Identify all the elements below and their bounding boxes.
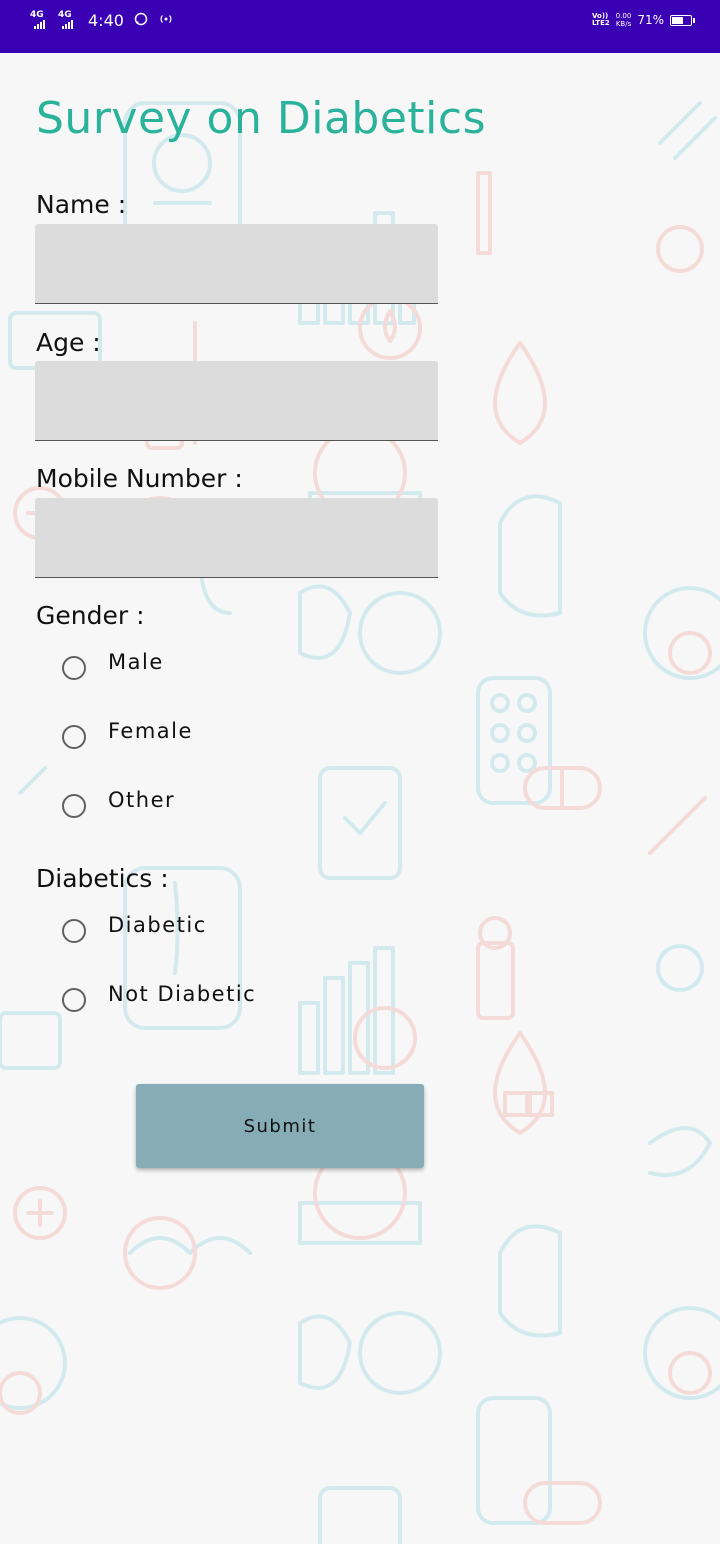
network-type-2: 4G xyxy=(58,10,72,20)
signal-4g-icon-2: 4G xyxy=(58,10,80,30)
gender-option-female[interactable]: Female xyxy=(62,719,193,749)
clock: 4:40 xyxy=(88,10,124,30)
radio-label: Diabetic xyxy=(108,913,207,937)
name-label: Name : xyxy=(36,190,127,219)
radio-label: Not Diabetic xyxy=(108,982,257,1006)
page-title: Survey on Diabetics xyxy=(36,93,486,144)
age-input[interactable] xyxy=(35,361,438,440)
radio-label: Other xyxy=(108,788,176,812)
battery-percent: 71% xyxy=(637,13,664,27)
radio-label: Male xyxy=(108,650,164,674)
diabetics-option-not-diabetic[interactable]: Not Diabetic xyxy=(62,982,256,1012)
mobile-number-field-container xyxy=(35,498,438,578)
gender-option-other[interactable]: Other xyxy=(62,788,175,818)
gender-label: Gender : xyxy=(36,601,145,630)
volte-indicator: Vo)) LTE2 xyxy=(592,13,610,27)
radio-button[interactable] xyxy=(62,919,86,943)
gender-option-male[interactable]: Male xyxy=(62,650,164,680)
name-input[interactable] xyxy=(35,224,438,303)
whatsapp-icon xyxy=(134,12,148,29)
signal-4g-icon-1: 4G xyxy=(30,10,52,30)
speed-unit: KB/s xyxy=(615,20,632,28)
radio-button[interactable] xyxy=(62,988,86,1012)
network-type-1: 4G xyxy=(30,10,44,20)
radio-button[interactable] xyxy=(62,725,86,749)
radio-button[interactable] xyxy=(62,794,86,818)
radio-button[interactable] xyxy=(62,656,86,680)
submit-button[interactable]: Submit xyxy=(136,1084,424,1168)
mobile-number-input[interactable] xyxy=(35,498,438,577)
name-field-container xyxy=(35,224,438,304)
network-speed: 0.00 KB/s xyxy=(616,12,632,28)
battery-icon xyxy=(670,14,695,26)
age-label: Age : xyxy=(36,328,101,357)
mobile-number-label: Mobile Number : xyxy=(36,464,243,493)
battery-fill xyxy=(672,16,683,24)
status-left: 4G 4G 4:40 xyxy=(30,10,174,30)
speed-value: 0.00 xyxy=(615,12,632,20)
radio-label: Female xyxy=(108,719,193,743)
hotspot-icon xyxy=(158,12,174,29)
volte-line2: LTE2 xyxy=(592,19,610,27)
status-right: Vo)) LTE2 0.00 KB/s 71% xyxy=(592,12,695,28)
diabetics-option-diabetic[interactable]: Diabetic xyxy=(62,913,207,943)
survey-form: Survey on Diabetics Name : Age : Mobile … xyxy=(0,53,720,1544)
diabetics-label: Diabetics : xyxy=(36,864,169,893)
status-bar: 4G 4G 4:40 Vo)) LTE2 0.00 KB/s 71% xyxy=(0,0,720,53)
age-field-container xyxy=(35,361,438,441)
